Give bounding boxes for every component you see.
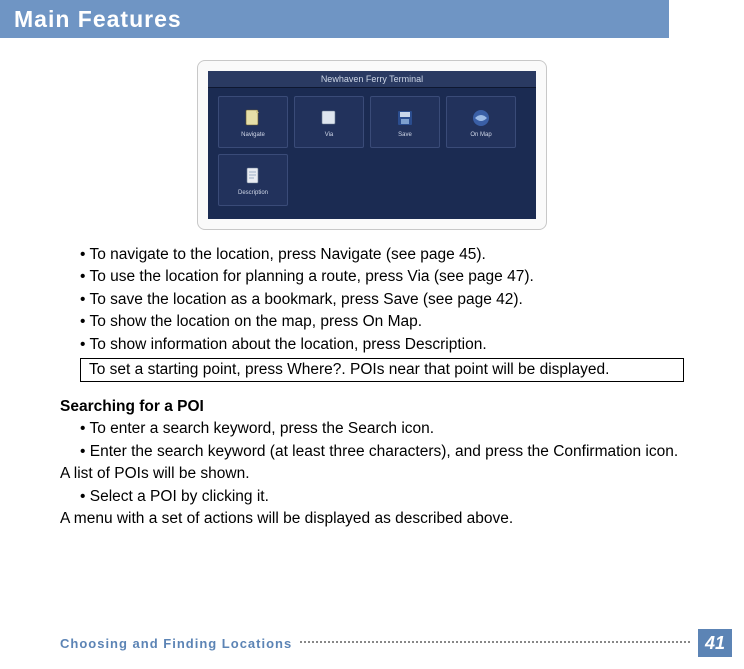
section-heading: Searching for a POI [60,398,684,416]
navigate-icon [242,107,264,129]
note-box: To set a starting point, press Where?. P… [80,358,684,382]
search-bullet-list: • To enter a search keyword, press the S… [60,418,684,530]
globe-icon [470,107,492,129]
body-text: A menu with a set of actions will be dis… [60,508,684,530]
description-icon [242,165,264,187]
footer-section-label: Choosing and Finding Locations [60,636,292,651]
tile-label: On Map [470,132,491,138]
bullet-item: • Select a POI by clicking it. [60,486,684,508]
tile-label: Description [238,190,268,196]
page-number: 41 [698,629,732,657]
device-tile-grid: Navigate Via Save [208,88,536,216]
tile-onmap: On Map [446,96,516,148]
device-screenshot-frame: Newhaven Ferry Terminal Navigate Via [197,60,547,230]
save-icon [394,107,416,129]
tile-via: Via [294,96,364,148]
note-text: To set a starting point, press Where?. P… [89,361,609,378]
bullet-item: • To enter a search keyword, press the S… [60,418,684,440]
tile-navigate: Navigate [218,96,288,148]
body-text: A list of POIs will be shown. [60,463,684,485]
page-title: Main Features [14,6,182,33]
bullet-item: • To navigate to the location, press Nav… [60,244,684,266]
action-bullet-list: • To navigate to the location, press Nav… [60,244,684,356]
tile-save: Save [370,96,440,148]
tile-label: Save [398,132,412,138]
via-icon [318,107,340,129]
content-area: Newhaven Ferry Terminal Navigate Via [0,60,744,531]
tile-description: Description [218,154,288,206]
bullet-item: • Enter the search keyword (at least thr… [60,441,684,463]
bullet-item: • To show information about the location… [60,334,684,356]
page-footer: Choosing and Finding Locations 41 [60,629,732,657]
bullet-item: • To use the location for planning a rou… [60,266,684,288]
footer-dots [300,641,690,643]
tile-label: Via [325,132,334,138]
header-bar: Main Features [0,0,669,38]
device-screen-title: Newhaven Ferry Terminal [208,71,536,88]
bullet-item: • To save the location as a bookmark, pr… [60,289,684,311]
device-screen: Newhaven Ferry Terminal Navigate Via [208,71,536,219]
tile-label: Navigate [241,132,265,138]
bullet-item: • To show the location on the map, press… [60,311,684,333]
